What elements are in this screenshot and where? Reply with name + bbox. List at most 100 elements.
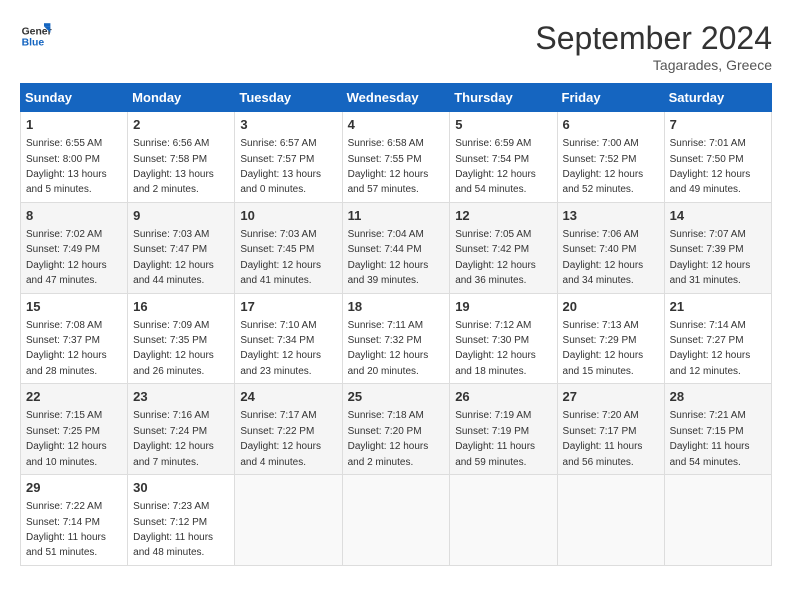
calendar-cell: 15Sunrise: 7:08 AMSunset: 7:37 PMDayligh… [21,293,128,384]
day-number: 4 [348,116,445,134]
calendar-cell: 13 Sunrise: 7:06 AM Sunset: 7:40 PM Dayligh… [557,202,664,293]
calendar-cell: 26Sunrise: 7:19 AMSunset: 7:19 PMDayligh… [450,384,557,475]
sunset-info: Sunset: 7:20 PM [348,426,422,437]
day-number: 26 [455,388,551,406]
day-number: 18 [348,298,445,316]
daylight-info: Daylight: 11 hours and 59 minutes. [455,441,535,467]
calendar-cell: 5Sunrise: 6:59 AMSunset: 7:54 PMDaylight… [450,112,557,203]
calendar-week-row: 1 Sunrise: 6:55 AM Sunset: 8:00 PM Daylight… [21,112,772,203]
sunset-info: Sunset: 7:12 PM [133,517,207,528]
title-area: September 2024 Tagarades, Greece [535,20,772,73]
day-number: 12 [455,207,551,225]
sunrise-info: Sunrise: 7:09 AM [133,320,209,331]
sunrise-info: Sunrise: 6:57 AM [240,138,316,149]
sunset-info: Sunset: 7:30 PM [455,335,529,346]
day-header-sunday: Sunday [21,84,128,112]
day-number: 11 [348,207,445,225]
day-number: 2 [133,116,229,134]
sunrise-info: Sunrise: 7:12 AM [455,320,531,331]
day-number: 1 [26,116,122,134]
sunset-info: Sunset: 7:25 PM [26,426,100,437]
daylight-info: Daylight: 12 hours and 57 minutes. [348,169,429,195]
sunrise-info: Sunrise: 7:03 AM [240,229,316,240]
day-number: 28 [670,388,766,406]
logo-icon: General Blue [20,20,52,52]
sunset-info: Sunset: 7:40 PM [563,244,637,255]
location-subtitle: Tagarades, Greece [535,57,772,73]
calendar-cell: 25Sunrise: 7:18 AMSunset: 7:20 PMDayligh… [342,384,450,475]
sunset-info: Sunset: 7:22 PM [240,426,314,437]
day-number: 16 [133,298,229,316]
daylight-info: Daylight: 12 hours and 34 minutes. [563,260,644,286]
day-number: 19 [455,298,551,316]
sunrise-info: Sunrise: 6:55 AM [26,138,102,149]
calendar-week-row: 29Sunrise: 7:22 AMSunset: 7:14 PMDayligh… [21,475,772,566]
day-number: 29 [26,479,122,497]
sunrise-info: Sunrise: 7:16 AM [133,410,209,421]
calendar-week-row: 22Sunrise: 7:15 AMSunset: 7:25 PMDayligh… [21,384,772,475]
daylight-info: Daylight: 12 hours and 36 minutes. [455,260,536,286]
daylight-info: Daylight: 11 hours and 56 minutes. [563,441,643,467]
daylight-info: Daylight: 13 hours and 5 minutes. [26,169,107,195]
sunset-info: Sunset: 7:37 PM [26,335,100,346]
calendar-cell [450,475,557,566]
daylight-info: Daylight: 12 hours and 4 minutes. [240,441,321,467]
calendar-body: 1 Sunrise: 6:55 AM Sunset: 8:00 PM Daylight… [21,112,772,566]
sunset-info: Sunset: 7:44 PM [348,244,422,255]
day-number: 20 [563,298,659,316]
calendar-cell: 18Sunrise: 7:11 AMSunset: 7:32 PMDayligh… [342,293,450,384]
sunset-info: Sunset: 7:19 PM [455,426,529,437]
day-number: 3 [240,116,336,134]
sunrise-info: Sunrise: 6:58 AM [348,138,424,149]
sunrise-info: Sunrise: 7:11 AM [348,320,423,331]
svg-text:Blue: Blue [22,38,45,49]
calendar-cell: 29Sunrise: 7:22 AMSunset: 7:14 PMDayligh… [21,475,128,566]
day-number: 25 [348,388,445,406]
sunset-info: Sunset: 7:49 PM [26,244,100,255]
day-number: 21 [670,298,766,316]
sunrise-info: Sunrise: 7:17 AM [240,410,316,421]
day-number: 27 [563,388,659,406]
day-header-saturday: Saturday [664,84,771,112]
day-number: 14 [670,207,766,225]
calendar-cell: 1 Sunrise: 6:55 AM Sunset: 8:00 PM Daylight… [21,112,128,203]
sunset-info: Sunset: 7:52 PM [563,154,637,165]
sunrise-info: Sunrise: 7:02 AM [26,229,102,240]
sunset-info: Sunset: 7:29 PM [563,335,637,346]
sunset-info: Sunset: 7:35 PM [133,335,207,346]
sunrise-info: Sunrise: 7:10 AM [240,320,316,331]
daylight-info: Daylight: 11 hours and 48 minutes. [133,532,213,558]
calendar-table: SundayMondayTuesdayWednesdayThursdayFrid… [20,83,772,566]
sunset-info: Sunset: 7:39 PM [670,244,744,255]
calendar-cell [664,475,771,566]
sunset-info: Sunset: 7:15 PM [670,426,744,437]
calendar-cell: 21Sunrise: 7:14 AMSunset: 7:27 PMDayligh… [664,293,771,384]
calendar-cell: 24Sunrise: 7:17 AMSunset: 7:22 PMDayligh… [235,384,342,475]
daylight-info: Daylight: 12 hours and 23 minutes. [240,350,321,376]
daylight-info: Daylight: 12 hours and 28 minutes. [26,350,107,376]
daylight-info: Daylight: 12 hours and 10 minutes. [26,441,107,467]
daylight-info: Daylight: 12 hours and 41 minutes. [240,260,321,286]
day-number: 13 [563,207,659,225]
sunset-info: Sunset: 8:00 PM [26,154,100,165]
sunset-info: Sunset: 7:55 PM [348,154,422,165]
sunrise-info: Sunrise: 7:14 AM [670,320,746,331]
calendar-cell: 2Sunrise: 6:56 AMSunset: 7:58 PMDaylight… [128,112,235,203]
sunset-info: Sunset: 7:42 PM [455,244,529,255]
sunrise-info: Sunrise: 7:06 AM [563,229,639,240]
sunrise-info: Sunrise: 7:01 AM [670,138,746,149]
sunset-info: Sunset: 7:58 PM [133,154,207,165]
calendar-cell: 19Sunrise: 7:12 AMSunset: 7:30 PMDayligh… [450,293,557,384]
logo: General Blue [20,20,52,52]
calendar-cell: 10Sunrise: 7:03 AMSunset: 7:45 PMDayligh… [235,202,342,293]
day-number: 7 [670,116,766,134]
daylight-info: Daylight: 12 hours and 20 minutes. [348,350,429,376]
sunset-info: Sunset: 7:14 PM [26,517,100,528]
day-header-wednesday: Wednesday [342,84,450,112]
day-number: 5 [455,116,551,134]
sunrise-info: Sunrise: 7:13 AM [563,320,639,331]
sunrise-info: Sunrise: 6:59 AM [455,138,531,149]
calendar-cell [557,475,664,566]
daylight-info: Daylight: 12 hours and 54 minutes. [455,169,536,195]
day-number: 6 [563,116,659,134]
